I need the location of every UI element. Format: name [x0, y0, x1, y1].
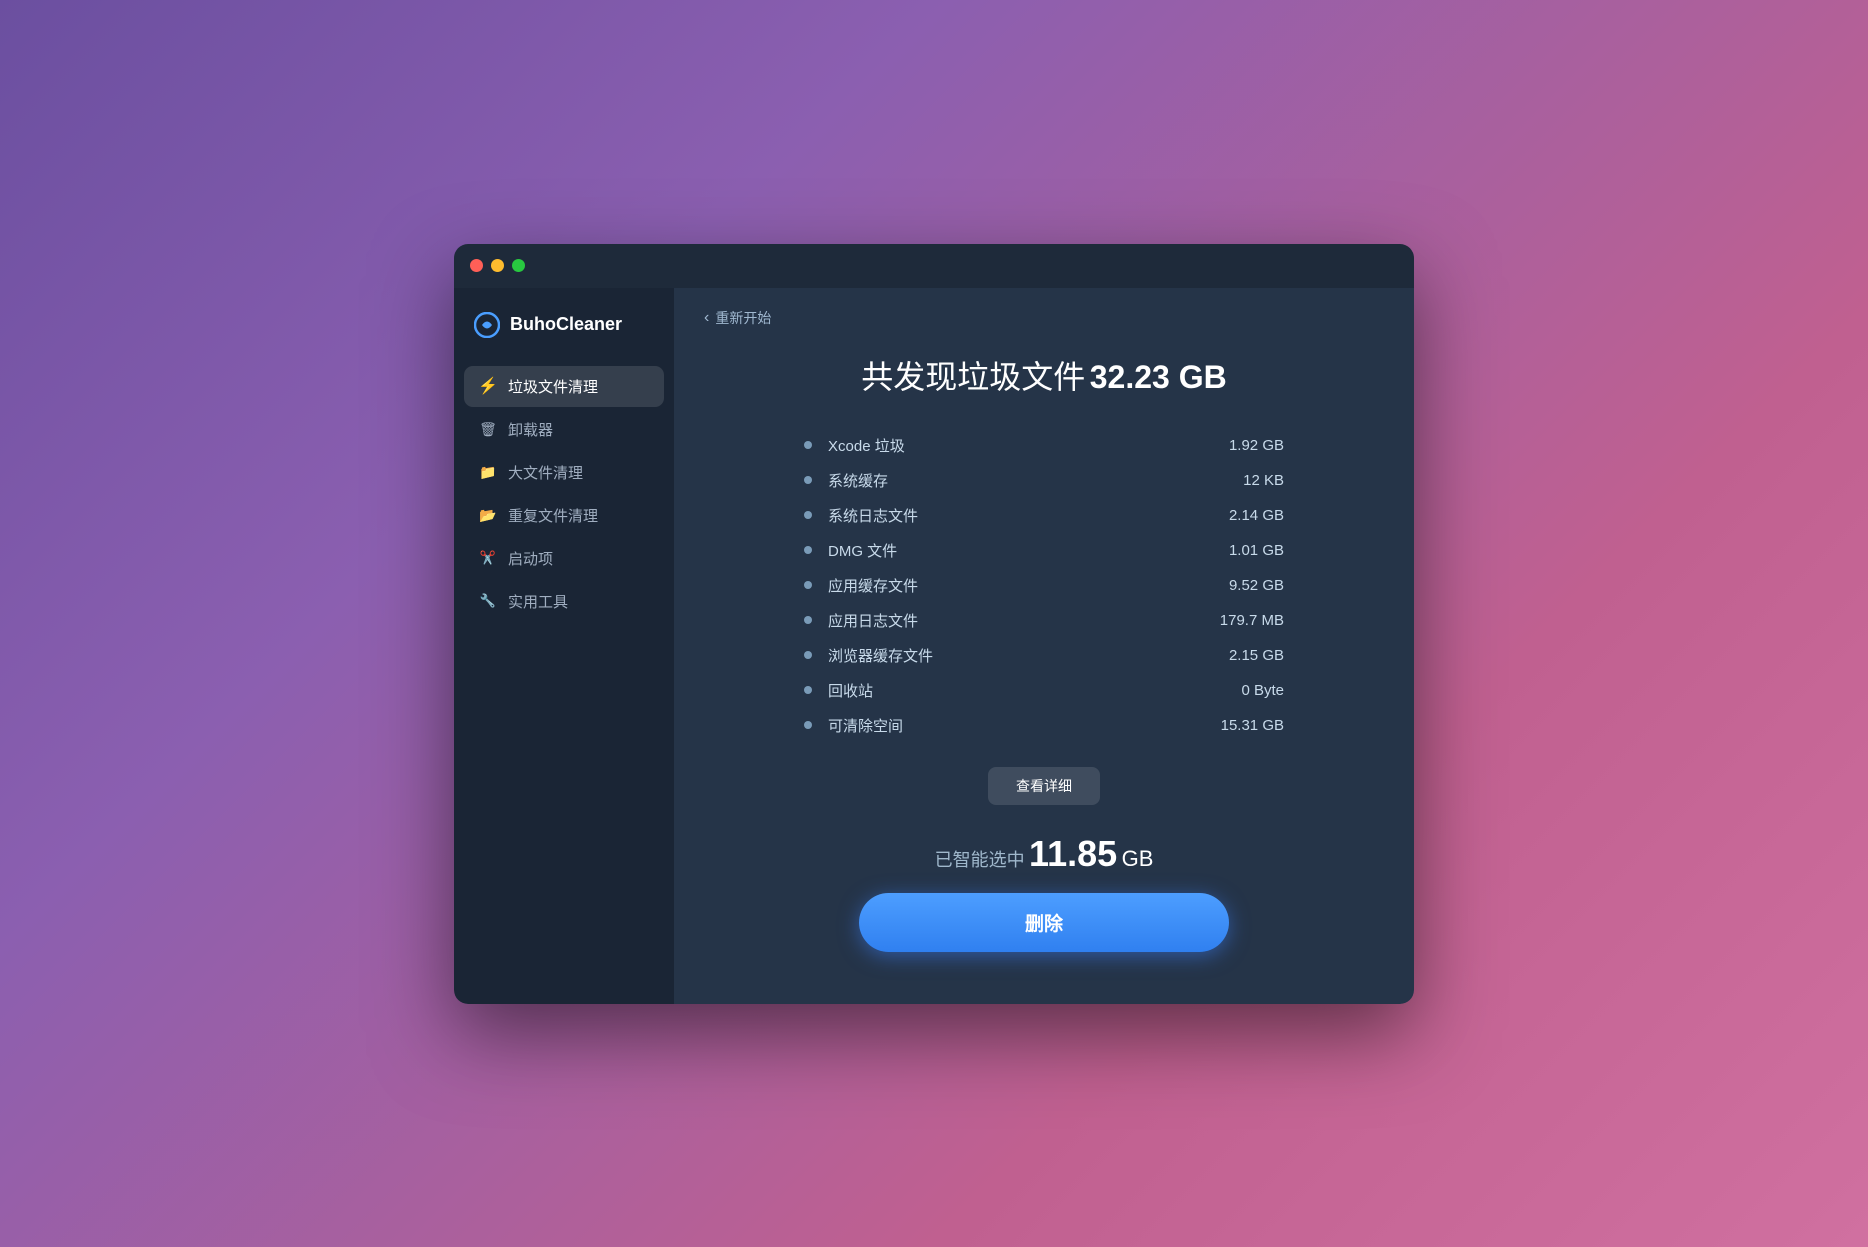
stat-row-applog: 应用日志文件 179.7 MB	[804, 603, 1284, 638]
junk-icon: ⚡	[478, 376, 498, 396]
stat-dot	[804, 546, 812, 554]
stat-row-xcode: Xcode 垃圾 1.92 GB	[804, 428, 1284, 463]
stat-label: Xcode 垃圾	[828, 435, 1194, 456]
startup-icon: ✂️	[478, 550, 498, 566]
sidebar-item-uninstall-label: 卸载器	[508, 419, 553, 440]
sidebar-nav: ⚡ 垃圾文件清理 🗑 卸载器 📁 大文件清理 📂 重复文件清理 ✂️	[454, 366, 674, 622]
stat-value: 2.15 GB	[1194, 647, 1284, 664]
stat-dot	[804, 616, 812, 624]
stat-value: 179.7 MB	[1194, 612, 1284, 629]
sidebar-item-duplicate[interactable]: 📂 重复文件清理	[464, 495, 664, 536]
stat-dot	[804, 476, 812, 484]
stat-row-browsercache: 浏览器缓存文件 2.15 GB	[804, 638, 1284, 673]
main-content: ‹ 重新开始 共发现垃圾文件 32.23 GB Xcode 垃圾 1.92 GB…	[674, 288, 1414, 1004]
stat-dot	[804, 686, 812, 694]
smart-unit: GB	[1122, 846, 1154, 871]
stat-dot	[804, 651, 812, 659]
stat-row-clearable: 可清除空间 15.31 GB	[804, 708, 1284, 743]
stat-value: 15.31 GB	[1194, 717, 1284, 734]
sidebar-logo:  BuhoCleaner	[454, 312, 674, 366]
stats-list: Xcode 垃圾 1.92 GB 系统缓存 12 KB 系统日志文件 2.14 …	[804, 428, 1284, 743]
stat-value: 2.14 GB	[1194, 507, 1284, 524]
uninstall-icon: 🗑	[478, 421, 498, 438]
smart-size: 11.85	[1029, 833, 1117, 874]
sidebar-item-large[interactable]: 📁 大文件清理	[464, 452, 664, 493]
sidebar-item-junk[interactable]: ⚡ 垃圾文件清理	[464, 366, 664, 407]
sidebar-item-junk-label: 垃圾文件清理	[508, 376, 598, 397]
large-icon: 📁	[478, 464, 498, 481]
headline-size: 32.23 GB	[1090, 359, 1227, 395]
smart-prefix: 已智能选中	[935, 850, 1025, 870]
close-button[interactable]	[470, 259, 483, 272]
detail-button[interactable]: 查看详细	[988, 767, 1100, 805]
stat-row-syscache: 系统缓存 12 KB	[804, 463, 1284, 498]
headline: 共发现垃圾文件 32.23 GB	[704, 352, 1384, 398]
stat-row-dmg: DMG 文件 1.01 GB	[804, 533, 1284, 568]
title-bar	[454, 244, 1414, 288]
sidebar-item-tools[interactable]: 🔧 实用工具	[464, 581, 664, 622]
stat-label: 可清除空间	[828, 715, 1194, 736]
stat-value: 1.01 GB	[1194, 542, 1284, 559]
duplicate-icon: 📂	[478, 507, 498, 524]
stat-dot	[804, 581, 812, 589]
smart-select: 已智能选中 11.85 GB	[704, 833, 1384, 875]
back-chevron-icon: ‹	[704, 310, 709, 326]
app-body:  BuhoCleaner ⚡ 垃圾文件清理 🗑 卸载器 📁	[454, 288, 1414, 1004]
stat-row-trash: 回收站 0 Byte	[804, 673, 1284, 708]
logo-text: BuhoCleaner	[510, 314, 622, 335]
back-button[interactable]: ‹ 重新开始	[704, 308, 771, 328]
headline-text: 共发现垃圾文件	[861, 359, 1085, 395]
stat-label: 应用缓存文件	[828, 575, 1194, 596]
stat-row-appcache: 应用缓存文件 9.52 GB	[804, 568, 1284, 603]
sidebar-item-duplicate-label: 重复文件清理	[508, 505, 598, 526]
app-window:  BuhoCleaner ⚡ 垃圾文件清理 🗑 卸载器 📁	[454, 244, 1414, 1004]
logo-icon-svg	[474, 312, 500, 338]
sidebar:  BuhoCleaner ⚡ 垃圾文件清理 🗑 卸载器 📁	[454, 288, 674, 1004]
delete-button[interactable]: 删除	[859, 893, 1229, 952]
stat-label: 系统缓存	[828, 470, 1194, 491]
stat-dot	[804, 441, 812, 449]
stat-dot	[804, 511, 812, 519]
sidebar-item-startup[interactable]: ✂️ 启动项	[464, 538, 664, 579]
sidebar-item-startup-label: 启动项	[508, 548, 553, 569]
sidebar-item-tools-label: 实用工具	[508, 591, 568, 612]
stat-label: 浏览器缓存文件	[828, 645, 1194, 666]
maximize-button[interactable]	[512, 259, 525, 272]
minimize-button[interactable]	[491, 259, 504, 272]
stat-row-syslog: 系统日志文件 2.14 GB	[804, 498, 1284, 533]
stat-value: 12 KB	[1194, 472, 1284, 489]
sidebar-item-uninstall[interactable]: 🗑 卸载器	[464, 409, 664, 450]
stat-label: 系统日志文件	[828, 505, 1194, 526]
sidebar-item-large-label: 大文件清理	[508, 462, 583, 483]
traffic-lights	[470, 259, 525, 272]
stat-label: DMG 文件	[828, 540, 1194, 561]
stat-label: 回收站	[828, 680, 1194, 701]
stat-value: 1.92 GB	[1194, 437, 1284, 454]
detail-button-wrap: 查看详细	[704, 767, 1384, 805]
stat-value: 0 Byte	[1194, 682, 1284, 699]
stat-value: 9.52 GB	[1194, 577, 1284, 594]
stat-dot	[804, 721, 812, 729]
delete-button-wrap: 删除	[704, 893, 1384, 952]
stat-label: 应用日志文件	[828, 610, 1194, 631]
back-label: 重新开始	[715, 308, 771, 328]
tools-icon: 🔧	[478, 593, 498, 609]
